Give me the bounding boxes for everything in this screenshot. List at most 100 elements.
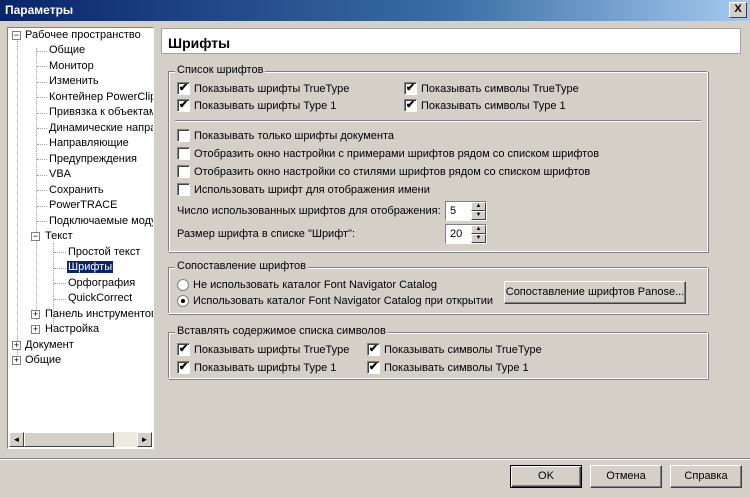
spin-down-icon[interactable]: ▼ <box>471 234 486 243</box>
tree-item-powertrace[interactable]: PowerTRACE <box>48 198 118 213</box>
tree-item-label: Подключаемые модули <box>49 215 153 227</box>
checkmark-icon[interactable]: ✔ <box>367 361 380 374</box>
font-matching-group: Сопоставление шрифтов Не использовать ка… <box>168 260 708 314</box>
spinner-value[interactable]: 5 <box>450 205 456 217</box>
symbols-type1-fonts-checkbox[interactable]: ✔ Показывать шрифты Type 1 <box>177 361 336 375</box>
collapse-icon[interactable]: − <box>31 232 40 241</box>
radio-button[interactable] <box>177 295 189 307</box>
tree-line <box>54 268 66 269</box>
panose-matching-button[interactable]: Сопоставление шрифтов Panose... <box>504 281 686 304</box>
tree-item-label: Направляющие <box>49 137 129 149</box>
font-list-group: Список шрифтов ✔ Показывать шрифты TrueTy… <box>168 64 708 252</box>
tree-item-plain-text[interactable]: Простой текст <box>67 245 141 260</box>
use-catalog-radio[interactable]: Использовать каталог Font Navigator Cata… <box>177 294 493 308</box>
expand-icon[interactable]: + <box>12 356 21 365</box>
tree-line <box>54 283 66 284</box>
ok-button[interactable]: OK <box>510 465 582 488</box>
show-truetype-symbols-checkbox[interactable]: ✔ Показывать символы TrueType <box>404 82 579 96</box>
tree-item-quickcorrect[interactable]: QuickCorrect <box>67 291 133 306</box>
show-style-window-checkbox[interactable]: Отобразить окно настройки со стилями шри… <box>177 165 590 179</box>
tree-line <box>37 82 47 83</box>
checkbox-label: Показывать символы Type 1 <box>421 100 566 112</box>
checkbox-box[interactable] <box>177 165 190 178</box>
checkmark-icon[interactable]: ✔ <box>177 361 190 374</box>
scroll-thumb[interactable] <box>24 432 114 447</box>
scroll-right-icon[interactable]: ► <box>137 432 152 447</box>
tree-line <box>37 128 47 129</box>
tree-item-label: VBA <box>49 168 72 180</box>
tree-item-edit[interactable]: Изменить <box>48 74 100 89</box>
tree-line <box>37 175 47 176</box>
tree-item-vba[interactable]: VBA <box>48 167 72 182</box>
recent-fonts-spinner[interactable]: 5 ▲ ▼ <box>445 201 487 221</box>
tree-line <box>54 299 66 300</box>
tree-item-label: PowerTRACE <box>49 199 118 211</box>
cancel-button[interactable]: Отмена <box>590 465 662 488</box>
show-sample-window-checkbox[interactable]: Отобразить окно настройки с примерами шр… <box>177 147 599 161</box>
group-title: Список шрифтов <box>175 64 266 76</box>
checkbox-label: Показывать символы TrueType <box>384 344 542 356</box>
help-button[interactable]: Справка <box>670 465 742 488</box>
use-font-for-name-checkbox[interactable]: Использовать шрифт для отображения имени <box>177 183 430 197</box>
checkmark-icon[interactable]: ✔ <box>367 343 380 356</box>
checkmark-icon[interactable]: ✔ <box>177 343 190 356</box>
tree-item-warnings[interactable]: Предупреждения <box>48 152 138 167</box>
close-button[interactable]: X <box>729 2 747 18</box>
show-truetype-fonts-checkbox[interactable]: ✔ Показывать шрифты TrueType <box>177 82 349 96</box>
radio-label: Использовать каталог Font Navigator Cata… <box>193 295 494 307</box>
symbols-truetype-symbols-checkbox[interactable]: ✔ Показывать символы TrueType <box>367 343 542 357</box>
checkbox-box[interactable] <box>177 129 190 142</box>
tree-item-label: Сохранить <box>49 184 104 196</box>
tree-item-global[interactable]: + Общие <box>12 353 62 368</box>
separator <box>175 120 701 122</box>
tree-item-spelling[interactable]: Орфография <box>67 276 136 291</box>
expand-icon[interactable]: + <box>31 310 40 319</box>
tree-item-label: Привязка к объектам <box>49 106 154 118</box>
tree-item-customize[interactable]: + Настройка <box>31 322 100 337</box>
group-title: Сопоставление шрифтов <box>175 260 308 272</box>
only-document-fonts-checkbox[interactable]: Показывать только шрифты документа <box>177 129 394 143</box>
radio-button[interactable] <box>177 279 189 291</box>
tree-item-monitor[interactable]: Монитор <box>48 59 95 74</box>
checkmark-icon[interactable]: ✔ <box>177 82 190 95</box>
show-type1-fonts-checkbox[interactable]: ✔ Показывать шрифты Type 1 <box>177 99 336 113</box>
symbols-type1-symbols-checkbox[interactable]: ✔ Показывать символы Type 1 <box>367 361 529 375</box>
checkbox-box[interactable] <box>177 147 190 160</box>
symbols-truetype-fonts-checkbox[interactable]: ✔ Показывать шрифты TrueType <box>177 343 349 357</box>
spin-down-icon[interactable]: ▼ <box>471 211 486 220</box>
tree-item-powerclip[interactable]: Контейнер PowerClip <box>48 90 153 105</box>
spinner-value[interactable]: 20 <box>450 228 462 240</box>
show-type1-symbols-checkbox[interactable]: ✔ Показывать символы Type 1 <box>404 99 566 113</box>
tree-item-workspace[interactable]: − Рабочее пространство <box>12 28 142 43</box>
tree-item-general[interactable]: Общие <box>48 43 86 58</box>
tree-item-text[interactable]: − Текст <box>31 229 74 244</box>
checkmark-icon[interactable]: ✔ <box>404 82 417 95</box>
collapse-icon[interactable]: − <box>12 31 21 40</box>
options-tree[interactable]: − Рабочее пространство Общие Монитор Изм… <box>7 27 154 449</box>
tree-item-toolbars[interactable]: + Панель инструментов <box>31 307 153 322</box>
tree-item-guides[interactable]: Направляющие <box>48 136 130 151</box>
expand-icon[interactable]: + <box>12 341 21 350</box>
font-size-spinner[interactable]: 20 ▲ ▼ <box>445 224 487 244</box>
tree-item-save[interactable]: Сохранить <box>48 183 105 198</box>
recent-fonts-label: Число использованных шрифтов для отображ… <box>177 205 441 217</box>
tree-item-label: Рабочее пространство <box>25 29 141 41</box>
spin-up-icon[interactable]: ▲ <box>471 225 486 234</box>
tree-item-plugins[interactable]: Подключаемые модули <box>48 214 153 229</box>
tree-item-snap[interactable]: Привязка к объектам <box>48 105 154 120</box>
expand-icon[interactable]: + <box>31 325 40 334</box>
checkmark-icon[interactable]: ✔ <box>404 99 417 112</box>
scroll-left-icon[interactable]: ◄ <box>9 432 24 447</box>
checkmark-icon[interactable]: ✔ <box>177 99 190 112</box>
title-bar: Параметры X <box>0 0 750 21</box>
tree-item-fonts[interactable]: Шрифты <box>67 260 114 275</box>
checkbox-box[interactable] <box>177 183 190 196</box>
tree-item-dynamic-guides[interactable]: Динамические направляющие <box>48 121 153 136</box>
no-catalog-radio[interactable]: Не использовать каталог Font Navigator C… <box>177 278 437 292</box>
checkbox-label: Показывать шрифты TrueType <box>194 83 350 95</box>
tree-item-document[interactable]: + Документ <box>12 338 75 353</box>
checkbox-label: Отобразить окно настройки с примерами шр… <box>194 148 600 160</box>
page-title: Шрифты <box>161 28 741 54</box>
horizontal-scrollbar[interactable]: ◄ ► <box>9 432 152 447</box>
spin-up-icon[interactable]: ▲ <box>471 202 486 211</box>
